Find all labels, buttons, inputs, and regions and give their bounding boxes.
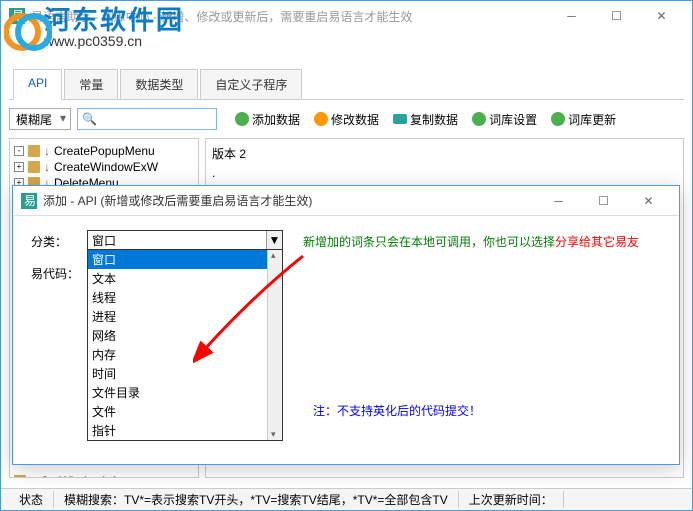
main-titlebar: 易 易语言助手 - 词库中心 - 新增、修改或更新后，需要重启易语言才能生效 ─… — [1, 1, 692, 31]
settings-button[interactable]: 词库设置 — [472, 111, 537, 128]
tree-item[interactable]: -↓CreatePopupMenu — [14, 143, 194, 159]
search-icon: 🔍 — [82, 112, 97, 126]
status-label: 状态 — [9, 491, 54, 508]
status-last-update: 上次更新时间： — [459, 491, 564, 508]
gear-icon — [472, 112, 486, 126]
copy-icon — [393, 114, 407, 124]
dialog-maximize-button[interactable]: ☐ — [581, 187, 626, 215]
doc-icon — [14, 475, 26, 478]
window-title: 易语言助手 - 词库中心 - 新增、修改或更新后，需要重启易语言才能生效 — [31, 8, 549, 25]
search-input[interactable]: 🔍 — [77, 108, 217, 130]
dropdown-option[interactable]: 进程 — [88, 307, 282, 326]
dropdown-selected: 窗口 — [92, 232, 116, 249]
dropdown-option[interactable]: 指针 — [88, 421, 282, 440]
note-text: 注：不支持英化后的代码提交！ — [313, 402, 481, 419]
expand-icon[interactable]: + — [14, 162, 24, 172]
add-data-button[interactable]: 添加数据 — [235, 111, 300, 128]
add-api-dialog: 易 添加 - API (新增或修改后需要重启易语言才能生效) ─ ☐ ✕ 分类：… — [12, 185, 680, 465]
app-icon: 易 — [9, 8, 25, 24]
window-controls: ─ ☐ ✕ — [549, 2, 684, 30]
dropdown-option[interactable]: 网络 — [88, 326, 282, 345]
tab-api[interactable]: API — [13, 69, 62, 100]
update-button[interactable]: 词库更新 — [551, 111, 616, 128]
copy-data-button[interactable]: 复制数据 — [393, 111, 458, 128]
status-bar: 状态 模糊搜索：TV*=表示搜索TV开头，*TV=搜索TV结尾，*TV*=全部包… — [1, 488, 692, 510]
category-dropdown[interactable]: 窗口 ▼ 窗口 文本 线程 进程 网络 内存 时间 文件目录 文件 指针 — [87, 230, 283, 250]
tab-const[interactable]: 常量 — [64, 69, 118, 99]
search-mode-combo[interactable]: 模糊尾 — [9, 108, 71, 130]
dialog-titlebar: 易 添加 - API (新增或修改后需要重启易语言才能生效) ─ ☐ ✕ — [13, 186, 679, 216]
svg-text:易: 易 — [24, 194, 36, 208]
code-label: 易代码： — [31, 262, 87, 282]
dropdown-scrollbar[interactable] — [267, 250, 282, 440]
tab-custom[interactable]: 自定义子程序 — [200, 69, 302, 99]
dialog-body: 分类： 窗口 ▼ 窗口 文本 线程 进程 网络 内存 时间 文件目录 文件 指针 — [13, 216, 679, 436]
collapse-icon[interactable]: - — [14, 146, 24, 156]
app-icon: 易 — [21, 193, 37, 209]
tree-item[interactable]: +↓CreateWindowExW — [14, 159, 194, 175]
close-button[interactable]: ✕ — [639, 2, 684, 30]
refresh-icon — [551, 112, 565, 126]
edit-icon — [314, 112, 328, 126]
dropdown-list: 窗口 文本 线程 进程 网络 内存 时间 文件目录 文件 指针 — [87, 249, 283, 441]
maximize-button[interactable]: ☐ — [594, 2, 639, 30]
svg-text:易: 易 — [12, 9, 24, 23]
dropdown-option[interactable]: 内存 — [88, 345, 282, 364]
chevron-down-icon[interactable]: ▼ — [266, 231, 282, 249]
dropdown-option[interactable]: 时间 — [88, 364, 282, 383]
code-line: . — [212, 164, 677, 183]
search-mode-value: 模糊尾 — [16, 113, 52, 127]
toolbar: 模糊尾 🔍 添加数据 修改数据 复制数据 词库设置 词库更新 — [1, 100, 692, 138]
dropdown-option[interactable]: 线程 — [88, 288, 282, 307]
dropdown-option[interactable]: 窗口 — [88, 250, 282, 269]
status-search-hint: 模糊搜索：TV*=表示搜索TV开头，*TV=搜索TV结尾，*TV*=全部包含TV — [54, 491, 459, 508]
tree-item[interactable]: ↓GetWindowInfo — [14, 473, 194, 478]
dropdown-option[interactable]: 文件 — [88, 402, 282, 421]
plus-icon — [235, 112, 249, 126]
doc-icon — [28, 145, 40, 157]
code-line: 版本 2 — [212, 145, 677, 164]
dialog-minimize-button[interactable]: ─ — [536, 187, 581, 215]
tab-datatype[interactable]: 数据类型 — [120, 69, 198, 99]
dropdown-option[interactable]: 文本 — [88, 269, 282, 288]
dialog-title: 添加 - API (新增或修改后需要重启易语言才能生效) — [43, 192, 536, 209]
dropdown-option[interactable]: 文件目录 — [88, 383, 282, 402]
hint-text: 新增加的词条只会在本地可调用，你也可以选择分享给其它易友 — [303, 230, 639, 250]
edit-data-button[interactable]: 修改数据 — [314, 111, 379, 128]
tab-bar: API 常量 数据类型 自定义子程序 — [9, 69, 684, 100]
minimize-button[interactable]: ─ — [549, 2, 594, 30]
doc-icon — [28, 161, 40, 173]
dialog-close-button[interactable]: ✕ — [626, 187, 671, 215]
category-label: 分类： — [31, 230, 87, 250]
